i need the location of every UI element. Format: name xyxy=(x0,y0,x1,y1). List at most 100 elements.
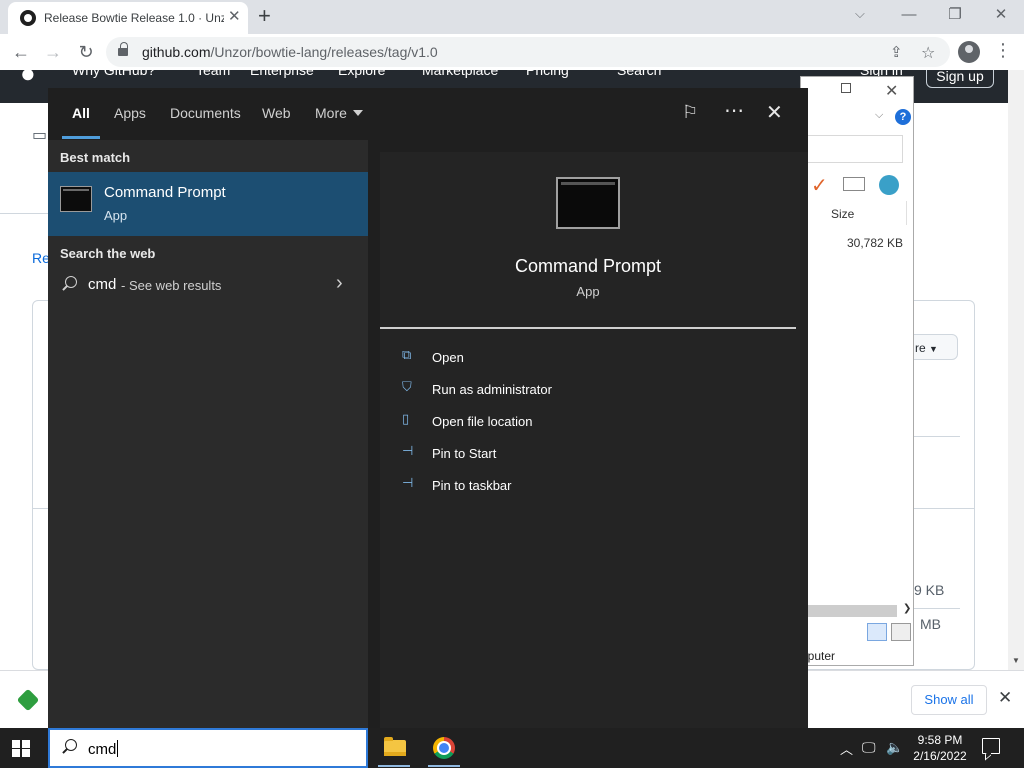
browser-tab[interactable]: Release Bowtie Release 1.0 · Unzor/bowti… xyxy=(8,2,248,34)
forward-icon[interactable]: → xyxy=(41,40,65,64)
gh-search[interactable]: Search xyxy=(617,70,661,78)
feedback-icon[interactable]: ⚐ xyxy=(682,102,698,123)
notification-icon[interactable] xyxy=(982,738,1000,754)
explorer-ribbon-chevron-icon[interactable]: ⌵ xyxy=(875,109,883,122)
share-icon[interactable]: ⇪ xyxy=(890,43,903,61)
search-icon xyxy=(60,276,78,294)
explorer-hscrollbar[interactable] xyxy=(807,605,897,617)
command-prompt-large-icon xyxy=(556,177,620,229)
pin-icon: ⊣ xyxy=(402,475,414,490)
system-clock[interactable]: 9:58 PM 2/16/2022 xyxy=(908,732,972,764)
explorer-close-icon[interactable]: ✕ xyxy=(885,81,898,101)
github-logo-icon[interactable]: ● xyxy=(20,70,36,89)
start-windows-icon[interactable] xyxy=(12,740,30,757)
downloads-close-icon[interactable]: ✕ xyxy=(998,688,1012,708)
tab-all[interactable]: All xyxy=(72,105,90,121)
action-pin-to-taskbar[interactable]: ⊣ Pin to taskbar xyxy=(380,472,796,502)
windows-search-panel: All Apps Documents Web More ⚐ ⋯ ✕ Best m… xyxy=(48,88,808,728)
action-open[interactable]: ⧉ Open xyxy=(380,344,796,374)
tab-search-chevron-icon[interactable]: ⌵ xyxy=(855,6,865,22)
web-query: cmd xyxy=(88,276,117,293)
gh-divider xyxy=(908,436,960,437)
command-prompt-icon xyxy=(60,186,92,212)
profile-avatar-icon[interactable] xyxy=(958,41,980,63)
best-match-heading: Best match xyxy=(60,150,131,165)
action-label: Run as administrator xyxy=(432,382,552,397)
chevron-down-icon xyxy=(352,110,363,116)
file-location-icon: ▯ xyxy=(402,411,410,426)
action-run-as-admin[interactable]: ⛉ Run as administrator xyxy=(380,376,796,406)
globe-icon[interactable] xyxy=(879,175,899,195)
gh-nav-explore[interactable]: Explore xyxy=(338,70,385,78)
download-file-icon[interactable] xyxy=(16,688,40,712)
action-label: Open file location xyxy=(432,414,533,429)
explorer-search-box[interactable] xyxy=(807,135,903,163)
chrome-icon xyxy=(433,737,455,759)
help-icon[interactable]: ? xyxy=(895,109,911,125)
new-tab-icon[interactable]: + xyxy=(258,4,271,28)
gh-sign-up-button[interactable]: Sign up xyxy=(926,70,994,88)
asset-size: 9 KB xyxy=(914,582,945,598)
network-icon[interactable]: 🖵 xyxy=(862,739,876,756)
volume-icon[interactable]: 🔈 xyxy=(886,739,903,756)
restore-icon[interactable]: ❐ xyxy=(932,3,978,31)
scroll-right-icon[interactable]: ❯ xyxy=(903,603,911,614)
gh-nav-marketplace[interactable]: Marketplace xyxy=(422,70,498,78)
reload-icon[interactable]: ↻ xyxy=(74,40,98,64)
back-icon[interactable]: ← xyxy=(9,40,33,64)
best-match-name: Command Prompt xyxy=(104,184,226,201)
large-icons-view-icon[interactable] xyxy=(891,623,911,641)
gh-nav-pricing[interactable]: Pricing xyxy=(526,70,569,78)
more-options-icon[interactable]: ⋯ xyxy=(724,98,744,123)
preview-divider xyxy=(380,327,796,329)
explorer-maximize-icon[interactable] xyxy=(841,83,851,93)
tab-apps[interactable]: Apps xyxy=(114,105,146,121)
lock-icon[interactable] xyxy=(118,42,128,56)
asset-size: MB xyxy=(920,616,941,632)
tray-chevron-up-icon[interactable]: ︿ xyxy=(840,739,853,758)
file-explorer-window: ✕ ⌵ ? ✓ Size 30,782 KB ❯ nputer xyxy=(800,76,914,666)
url-text[interactable]: github.com/Unzor/bowtie-lang/releases/ta… xyxy=(142,44,438,60)
close-search-icon[interactable]: ✕ xyxy=(766,100,783,125)
taskbar-chrome[interactable] xyxy=(420,728,468,768)
github-favicon-icon xyxy=(20,10,36,26)
web-result[interactable]: cmd - See web results › xyxy=(48,270,368,304)
search-icon xyxy=(60,739,78,757)
page-scrollbar[interactable]: ▼ xyxy=(1008,70,1024,670)
action-pin-to-start[interactable]: ⊣ Pin to Start xyxy=(380,440,796,470)
tab-web[interactable]: Web xyxy=(262,105,291,121)
tab-more[interactable]: More xyxy=(315,105,363,121)
taskbar-search-box[interactable]: cmd xyxy=(48,728,368,768)
preview-subtitle: App xyxy=(576,284,600,299)
gh-divider xyxy=(0,213,48,214)
running-indicator xyxy=(428,765,460,767)
address-bar[interactable]: github.com/Unzor/bowtie-lang/releases/ta… xyxy=(106,37,950,67)
details-view-icon[interactable] xyxy=(867,623,887,641)
show-all-button[interactable]: Show all xyxy=(911,685,987,715)
size-column-header[interactable]: Size xyxy=(821,201,907,225)
checkmark-icon[interactable]: ✓ xyxy=(811,173,828,198)
browser-menu-icon[interactable]: ⋮ xyxy=(994,40,1012,61)
search-input[interactable]: cmd xyxy=(88,740,119,758)
taskbar-file-explorer[interactable] xyxy=(370,728,418,768)
browser-toolbar: ← → ↻ github.com/Unzor/bowtie-lang/relea… xyxy=(0,34,1024,70)
active-tab-indicator xyxy=(62,136,100,139)
gh-nav-team[interactable]: Team xyxy=(196,70,230,78)
scroll-down-icon[interactable]: ▼ xyxy=(1012,656,1020,665)
file-size: 30,782 KB xyxy=(847,236,904,250)
window-close-icon[interactable]: ✕ xyxy=(978,3,1024,31)
open-icon: ⧉ xyxy=(402,347,412,362)
running-indicator xyxy=(378,765,410,767)
mail-icon[interactable] xyxy=(843,177,865,191)
action-open-file-location[interactable]: ▯ Open file location xyxy=(380,408,796,438)
tab-close-icon[interactable]: ✕ xyxy=(228,9,241,25)
tab-documents[interactable]: Documents xyxy=(170,105,241,121)
chevron-right-icon[interactable]: › xyxy=(336,272,343,295)
shield-icon: ⛉ xyxy=(402,379,412,394)
gh-nav-enterprise[interactable]: Enterprise xyxy=(250,70,314,78)
gh-repo-icon: ▭ xyxy=(32,127,48,144)
minimize-icon[interactable]: — xyxy=(886,3,932,31)
best-match-result[interactable]: Command Prompt App xyxy=(48,172,368,236)
bookmark-star-icon[interactable]: ☆ xyxy=(921,43,935,63)
gh-nav-why[interactable]: Why GitHub? xyxy=(72,70,155,78)
